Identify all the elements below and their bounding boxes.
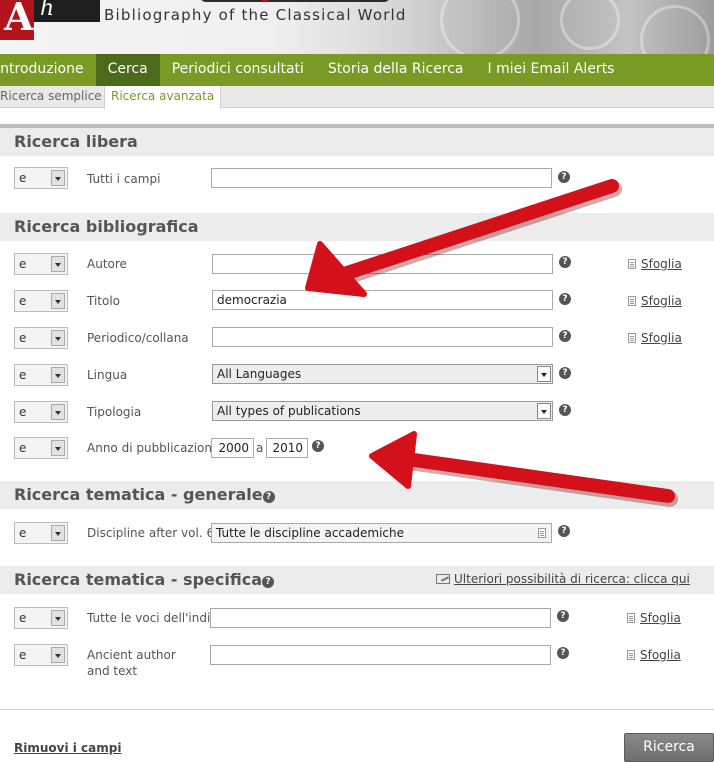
annotation-arrow-top bbox=[305, 179, 622, 297]
annotation-arrows bbox=[305, 179, 678, 507]
annotation-arrow-bottom bbox=[369, 431, 678, 507]
